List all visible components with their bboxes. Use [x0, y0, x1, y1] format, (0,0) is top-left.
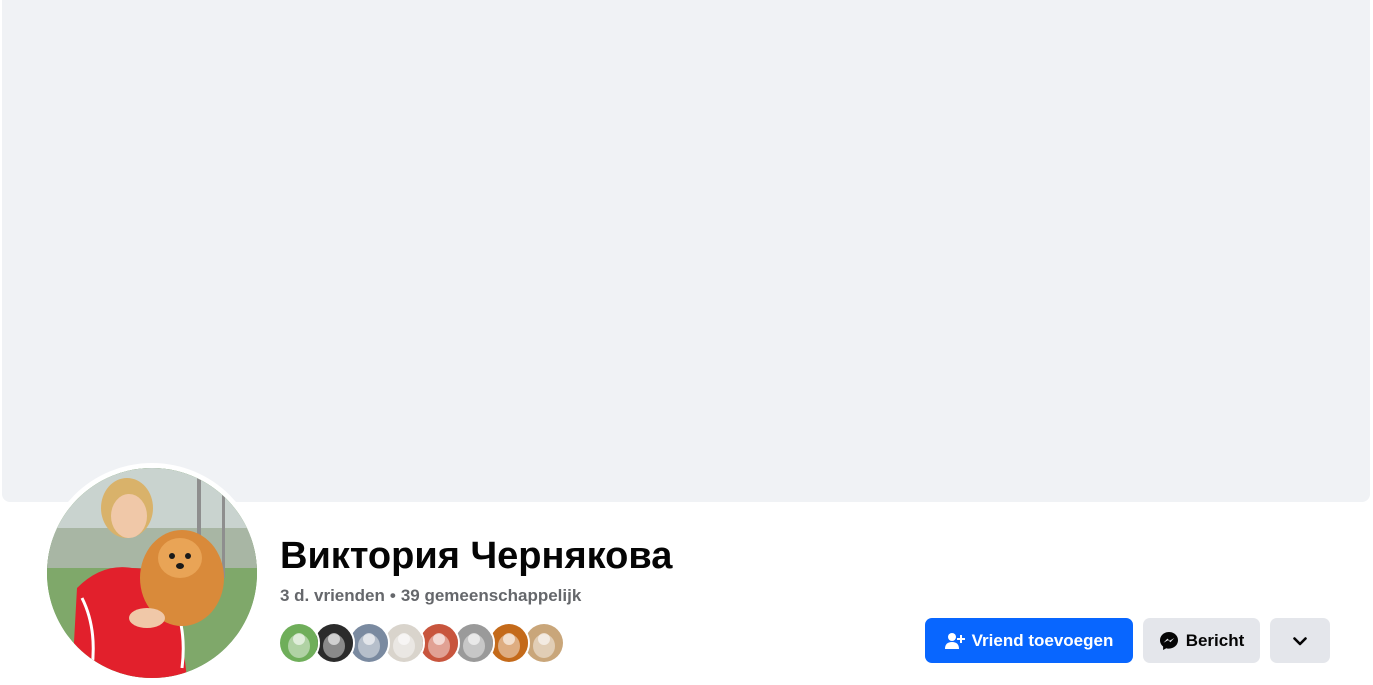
more-options-button[interactable] — [1270, 618, 1330, 663]
profile-page: Виктория Чернякова 3 d. vrienden • 39 geme… — [0, 0, 1373, 685]
meta-separator: • — [389, 586, 396, 605]
message-label: Bericht — [1185, 630, 1245, 650]
chevron-down-icon — [1293, 631, 1307, 651]
profile-picture-image — [47, 468, 257, 678]
cover-photo-area[interactable] — [2, 0, 1370, 502]
add-friend-icon — [944, 632, 965, 650]
profile-name: Виктория Чернякова — [280, 535, 673, 577]
friends-count-link[interactable]: 3 d. vrienden — [280, 586, 385, 605]
add-friend-button[interactable]: Vriend toevoegen — [925, 618, 1133, 663]
friend-avatar-1[interactable] — [278, 622, 320, 664]
profile-actions: Vriend toevoegen Bericht — [925, 618, 1330, 663]
add-friend-label: Vriend toevoegen — [971, 630, 1114, 650]
messenger-icon — [1159, 631, 1179, 651]
message-button[interactable]: Bericht — [1143, 618, 1260, 663]
mutual-friends-avatars — [278, 622, 565, 664]
profile-meta: 3 d. vrienden • 39 gemeenschappelijk — [280, 585, 581, 607]
profile-picture[interactable] — [47, 468, 257, 678]
mutual-friends-link[interactable]: 39 gemeenschappelijk — [401, 586, 581, 605]
